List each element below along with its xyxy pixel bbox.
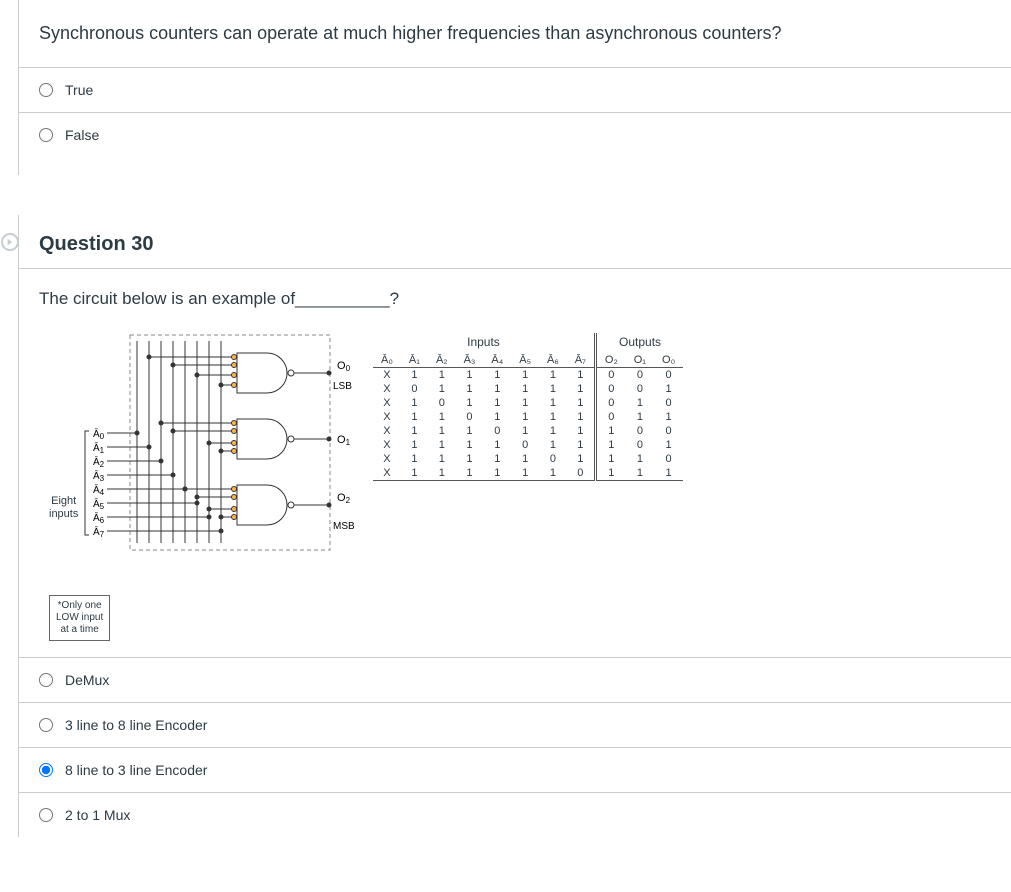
q29-text: Synchronous counters can operate at much… — [19, 0, 1011, 67]
q30-label-0: DeMux — [65, 672, 109, 688]
q29-option-true[interactable]: True — [19, 68, 1011, 112]
svg-text:Ā7: Ā7 — [93, 526, 105, 539]
svg-text:MSB: MSB — [333, 521, 355, 532]
q30-header: Question 30 — [39, 233, 153, 256]
circuit-diagram: Eight inputs *Only one LOW input at a ti… — [55, 333, 355, 613]
q30-option-0[interactable]: DeMux — [19, 658, 1011, 702]
q29-radio-false[interactable] — [39, 128, 53, 142]
svg-text:O1: O1 — [337, 434, 351, 447]
q30-radio-1[interactable] — [39, 718, 53, 732]
q30-radio-0[interactable] — [39, 673, 53, 687]
svg-text:Ā6: Ā6 — [93, 512, 105, 525]
question-29-card: Synchronous counters can operate at much… — [18, 0, 1011, 175]
question-nav-indicator-icon[interactable] — [1, 233, 19, 251]
svg-text:Ā3: Ā3 — [93, 470, 105, 483]
q30-label-3: 2 to 1 Mux — [65, 807, 130, 823]
svg-text:Ā4: Ā4 — [93, 484, 105, 497]
q30-option-1[interactable]: 3 line to 8 line Encoder — [19, 703, 1011, 747]
svg-text:Ā2: Ā2 — [93, 456, 105, 469]
q30-label-2: 8 line to 3 line Encoder — [65, 762, 207, 778]
q29-label-true: True — [65, 82, 93, 98]
svg-text:LSB: LSB — [333, 381, 352, 392]
q30-label-1: 3 line to 8 line Encoder — [65, 717, 207, 733]
q29-option-false[interactable]: False — [19, 113, 1011, 157]
q30-radio-2[interactable] — [39, 763, 53, 777]
diagram-note: *Only one LOW input at a time — [49, 595, 110, 641]
q30-prompt: The circuit below is an example of______… — [39, 289, 991, 309]
svg-text:O0: O0 — [337, 360, 351, 373]
svg-text:Ā1: Ā1 — [93, 442, 105, 455]
q30-option-2[interactable]: 8 line to 3 line Encoder — [19, 748, 1011, 792]
q30-radio-3[interactable] — [39, 808, 53, 822]
svg-text:Ā5: Ā5 — [93, 498, 105, 511]
q29-label-false: False — [65, 127, 99, 143]
svg-text:O2: O2 — [337, 492, 351, 505]
truth-table: InputsOutputsĀ₀Ā₁Ā₂Ā₃Ā₄Ā₅Ā₆Ā₇O₂O₁O₀X1111… — [373, 333, 683, 481]
q29-radio-true[interactable] — [39, 83, 53, 97]
q30-option-3[interactable]: 2 to 1 Mux — [19, 793, 1011, 837]
question-30-card: Question 30 The circuit below is an exam… — [18, 215, 1011, 837]
svg-text:Ā0: Ā0 — [93, 428, 105, 441]
